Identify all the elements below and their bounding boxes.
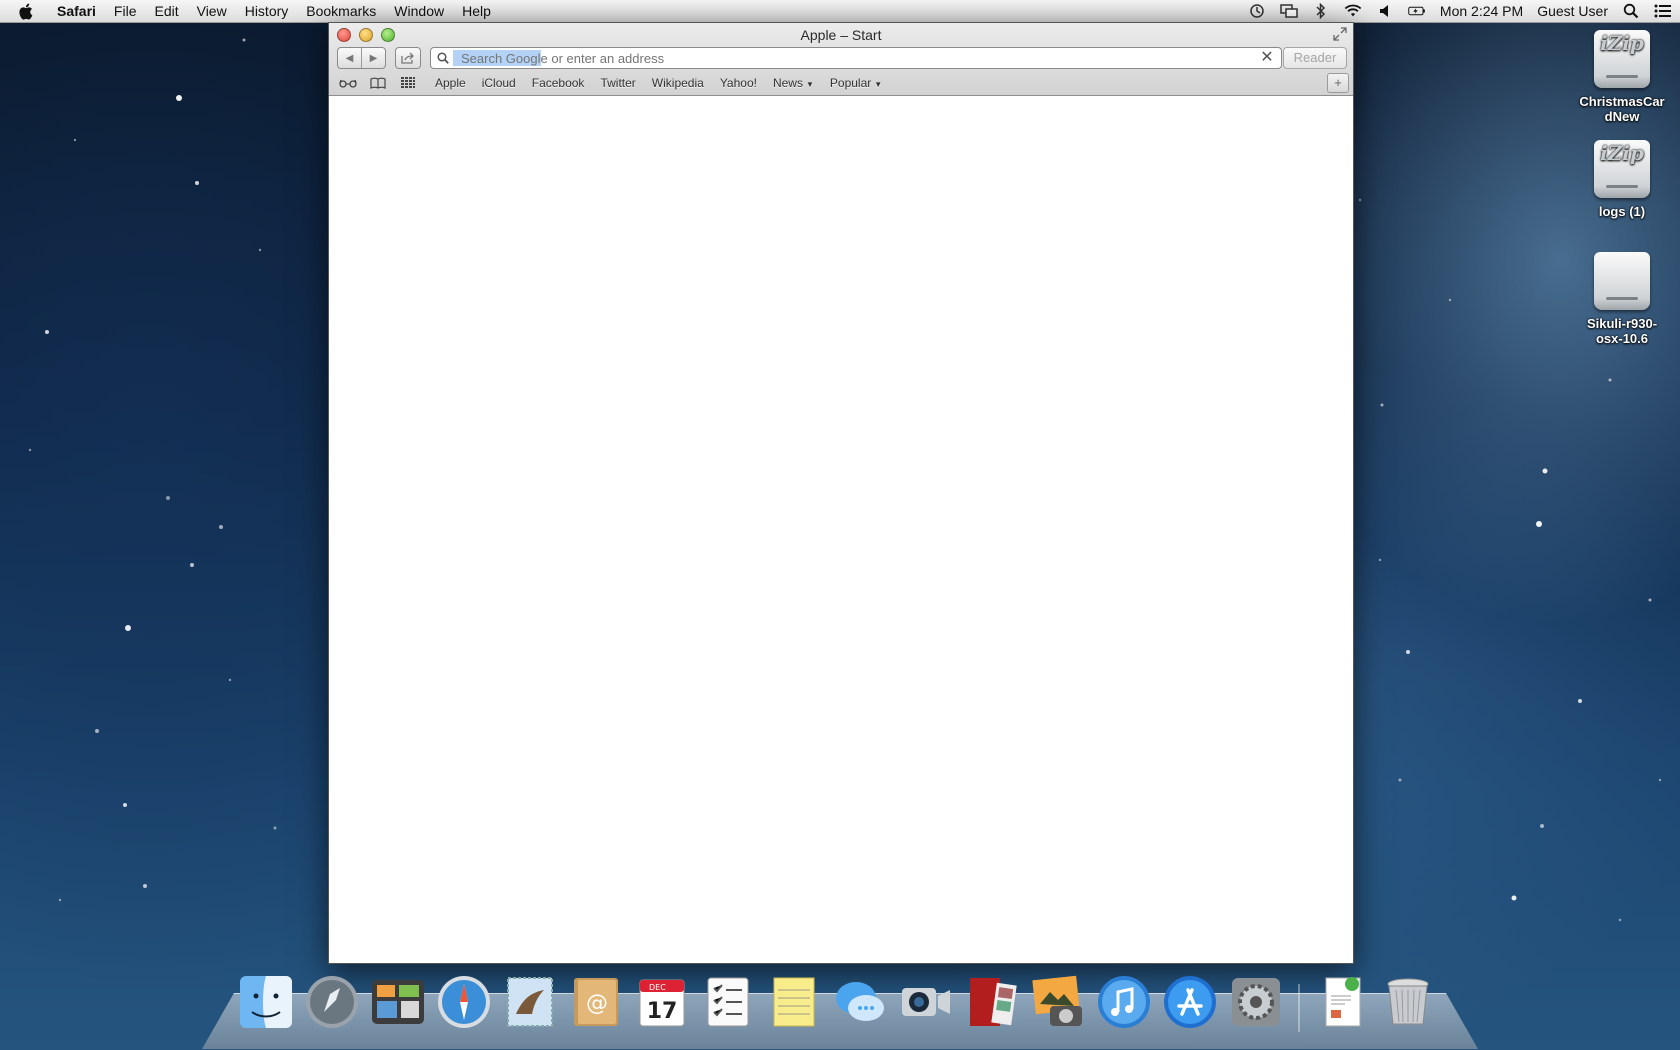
menu-bookmarks[interactable]: Bookmarks: [297, 0, 385, 22]
apple-menu-icon[interactable]: [18, 3, 36, 20]
svg-text:@: @: [586, 991, 608, 1016]
launchpad-icon[interactable]: [302, 972, 362, 1032]
wifi-icon[interactable]: [1344, 3, 1362, 19]
bookmark-apple[interactable]: Apple: [427, 76, 474, 90]
folder-label: News: [772, 76, 803, 90]
app-store-icon[interactable]: [1160, 972, 1220, 1032]
dock: @ DEC 17: [236, 968, 1446, 1032]
desktop-icon-label: logs (1): [1598, 204, 1646, 219]
address-input[interactable]: [459, 49, 1259, 67]
izip-disk-icon: iZip: [1594, 140, 1650, 198]
calendar-day: 17: [647, 999, 678, 1024]
bookmarks-bar: Apple iCloud Facebook Twitter Wikipedia …: [337, 73, 890, 93]
menu-safari[interactable]: Safari: [48, 0, 105, 22]
bookmarks-book-icon[interactable]: [367, 76, 389, 90]
safari-window: Apple – Start ◀ ▶ ✕ Reader: [328, 22, 1354, 964]
web-content-area[interactable]: [329, 96, 1353, 963]
fullscreen-icon[interactable]: [1333, 27, 1347, 41]
desktop-icon-label: ChristmasCardNew: [1579, 94, 1665, 124]
menu-file[interactable]: File: [105, 0, 146, 22]
menu-view[interactable]: View: [188, 0, 236, 22]
dock-separator: [1298, 984, 1300, 1032]
photo-booth-icon[interactable]: [962, 972, 1022, 1032]
mail-icon[interactable]: [500, 972, 560, 1032]
bookmark-facebook[interactable]: Facebook: [524, 76, 593, 90]
bookmark-yahoo[interactable]: Yahoo!: [712, 76, 765, 90]
volume-icon[interactable]: [1376, 3, 1394, 19]
bluetooth-icon[interactable]: [1312, 3, 1330, 19]
mirroring-icon[interactable]: [1280, 3, 1298, 19]
bookmark-icloud[interactable]: iCloud: [474, 76, 524, 90]
search-icon: [437, 52, 453, 64]
menu-window[interactable]: Window: [385, 0, 453, 22]
notes-icon[interactable]: [764, 972, 824, 1032]
document-stack-icon[interactable]: [1312, 972, 1372, 1032]
calendar-month: DEC: [649, 983, 666, 992]
battery-icon[interactable]: [1408, 3, 1426, 19]
bookmark-twitter[interactable]: Twitter: [592, 76, 643, 90]
window-title: Apple – Start: [800, 27, 882, 43]
safari-icon[interactable]: [434, 972, 494, 1032]
share-icon: [401, 52, 414, 64]
system-preferences-icon[interactable]: [1226, 972, 1286, 1032]
dropdown-arrow-icon: ▼: [874, 80, 883, 89]
mission-control-icon[interactable]: [368, 972, 428, 1032]
share-button[interactable]: [395, 47, 421, 69]
trash-icon[interactable]: [1378, 972, 1438, 1032]
bookmark-folder-news[interactable]: News ▼: [765, 76, 822, 90]
clear-icon[interactable]: ✕: [1259, 49, 1275, 67]
reader-button[interactable]: Reader: [1283, 47, 1347, 69]
user-name[interactable]: Guest User: [1537, 3, 1608, 19]
menu-extras: Mon 2:24 PM Guest User: [1248, 0, 1672, 22]
itunes-icon[interactable]: [1094, 972, 1154, 1032]
notification-center-icon[interactable]: [1654, 3, 1672, 19]
forward-button[interactable]: ▶: [361, 48, 385, 68]
disk-image-icon: [1594, 252, 1650, 310]
contacts-icon[interactable]: @: [566, 972, 626, 1032]
reminders-icon[interactable]: [698, 972, 758, 1032]
spotlight-icon[interactable]: [1622, 3, 1640, 19]
new-tab-button[interactable]: +: [1327, 73, 1349, 93]
izip-disk-icon: iZip: [1594, 30, 1650, 88]
menu-edit[interactable]: Edit: [145, 0, 187, 22]
menu-history[interactable]: History: [236, 0, 298, 22]
bookmark-wikipedia[interactable]: Wikipedia: [644, 76, 712, 90]
desktop-icon-sikuli[interactable]: Sikuli-r930-osx-10.6: [1572, 252, 1672, 346]
folder-label: Popular: [829, 76, 872, 90]
iphoto-icon[interactable]: [1028, 972, 1088, 1032]
menu-bar: Safari File Edit View History Bookmarks …: [0, 0, 1680, 23]
time-machine-icon[interactable]: [1248, 3, 1266, 19]
dropdown-arrow-icon: ▼: [805, 80, 814, 89]
toolbar: Apple – Start ◀ ▶ ✕ Reader: [329, 23, 1353, 96]
desktop-icon-label: Sikuli-r930-osx-10.6: [1586, 316, 1658, 346]
back-button[interactable]: ◀: [338, 48, 361, 68]
calendar-icon[interactable]: DEC 17: [632, 972, 692, 1032]
facetime-icon[interactable]: [896, 972, 956, 1032]
messages-icon[interactable]: [830, 972, 890, 1032]
clock[interactable]: Mon 2:24 PM: [1440, 3, 1523, 19]
finder-icon[interactable]: [236, 972, 296, 1032]
navigation-buttons: ◀ ▶: [337, 47, 386, 69]
reading-list-icon[interactable]: [337, 76, 359, 90]
menu-help[interactable]: Help: [453, 0, 500, 22]
top-sites-icon[interactable]: [397, 76, 419, 90]
desktop-icon-logs[interactable]: iZip logs (1): [1572, 140, 1672, 219]
bookmark-folder-popular[interactable]: Popular ▼: [822, 76, 890, 90]
desktop-icon-christmascardnew[interactable]: iZip ChristmasCardNew: [1572, 30, 1672, 124]
address-bar[interactable]: ✕: [430, 47, 1282, 69]
